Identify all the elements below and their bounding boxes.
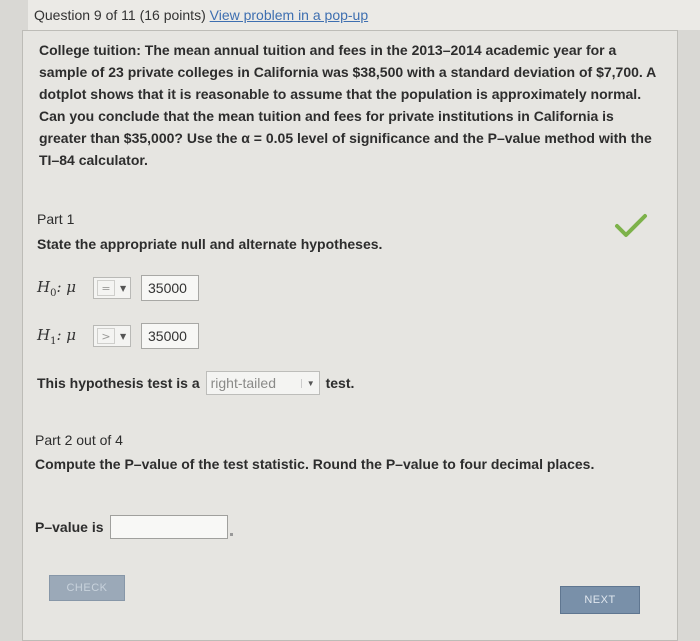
part1-label: Part 1 [37, 211, 75, 227]
tail-type-value: right-tailed [210, 375, 276, 391]
part1-instruction: State the appropriate null and alternate… [37, 236, 383, 252]
alternate-hypothesis-symbol: H1: μ [37, 325, 77, 347]
null-operator-value: = [97, 280, 115, 296]
part2-instruction: Compute the P–value of the test statisti… [35, 456, 595, 472]
alternate-operator-value: > [97, 328, 115, 344]
pvalue-label: P–value is [35, 519, 104, 535]
pvalue-row: P–value is [35, 515, 233, 539]
tail-prefix: This hypothesis test is a [37, 375, 200, 391]
chevron-down-icon: ▼ [300, 378, 315, 388]
tail-suffix: test. [325, 375, 355, 391]
tail-type-select[interactable]: right-tailed ▼ [205, 371, 320, 395]
problem-text: College tuition: The mean annual tuition… [39, 42, 656, 168]
correct-check-icon [615, 214, 647, 237]
check-button[interactable]: CHECK [49, 575, 125, 601]
alternate-hypothesis-row: H1: μ > ▼ 35000 [37, 322, 199, 350]
alternate-value-field[interactable]: 35000 [141, 323, 199, 349]
chevron-down-icon: ▼ [120, 283, 127, 293]
chevron-down-icon: ▼ [120, 331, 127, 341]
input-handle-dot [229, 532, 233, 536]
next-button[interactable]: NEXT [560, 586, 640, 614]
part1-header: Part 1 State the appropriate null and al… [37, 208, 382, 255]
null-operator-select[interactable]: = ▼ [93, 277, 131, 299]
null-value-field[interactable]: 35000 [141, 275, 199, 301]
null-hypothesis-row: H0: μ = ▼ 35000 [37, 274, 199, 302]
question-header: Question 9 of 11 (16 points) View proble… [28, 0, 700, 30]
question-label: Question 9 of 11 (16 points) [34, 7, 206, 23]
part2-header: Part 2 out of 4 Compute the P–value of t… [35, 429, 635, 475]
pvalue-input[interactable] [109, 515, 228, 539]
part2-label: Part 2 out of 4 [35, 432, 123, 448]
alternate-operator-select[interactable]: > ▼ [93, 325, 131, 347]
question-panel: College tuition: The mean annual tuition… [22, 30, 678, 641]
tail-type-row: This hypothesis test is a right-tailed ▼… [37, 371, 354, 395]
popup-link[interactable]: View problem in a pop-up [210, 7, 369, 23]
null-hypothesis-symbol: H0: μ [37, 277, 77, 299]
